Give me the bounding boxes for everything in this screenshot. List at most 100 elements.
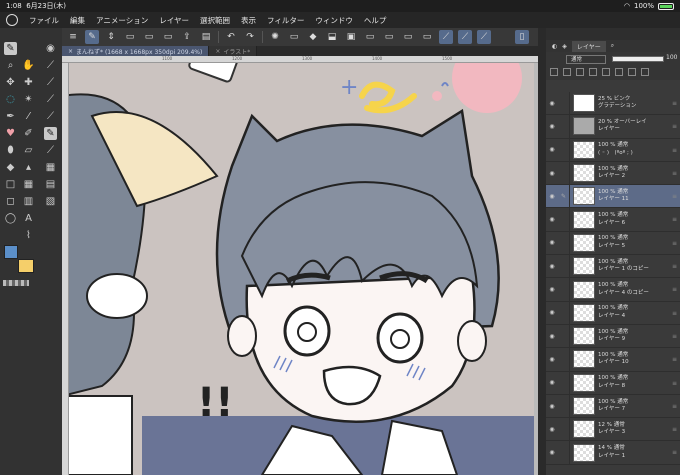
tab-document-illust[interactable]: × イラスト* <box>209 46 258 56</box>
fill-icon[interactable]: ◆ <box>4 161 17 174</box>
eye-icon[interactable]: ◉ <box>546 309 558 316</box>
invert-selection-icon[interactable]: ▭ <box>401 30 415 44</box>
transform-icon[interactable]: ✚ <box>22 76 35 89</box>
ref-layer-icon[interactable] <box>602 68 610 76</box>
menu-view[interactable]: 表示 <box>241 15 256 26</box>
new-vector-icon[interactable] <box>563 68 571 76</box>
layer-edit-icon[interactable] <box>558 418 570 441</box>
export-icon[interactable]: ⇪ <box>180 30 194 44</box>
fill-layer-icon[interactable]: ◆ <box>306 30 320 44</box>
menu-file[interactable]: ファイル <box>29 15 59 26</box>
lasso-icon[interactable]: ◌ <box>4 93 17 106</box>
eye-icon[interactable]: ◉ <box>546 449 558 456</box>
rectangle-icon[interactable]: □ <box>4 178 17 191</box>
layer-edit-icon[interactable] <box>558 161 570 185</box>
eye-icon[interactable]: ◉ <box>546 263 558 270</box>
sub-color-swatch[interactable] <box>18 259 34 273</box>
layer-edit-icon[interactable] <box>558 255 570 278</box>
print-icon[interactable]: ▤ <box>199 30 213 44</box>
gradient-icon[interactable]: ▦ <box>22 178 35 191</box>
layer-edit-icon[interactable] <box>558 301 570 324</box>
drag-handle-icon[interactable]: ≡ <box>672 356 677 363</box>
tablet-icon[interactable]: ▯ <box>515 30 529 44</box>
close-icon[interactable]: × <box>68 48 73 55</box>
eye-icon[interactable]: ◉ <box>546 403 558 410</box>
layer-edit-icon[interactable] <box>558 208 570 231</box>
drag-handle-icon[interactable]: ≡ <box>672 216 677 223</box>
layer-row[interactable]: ◉ 100 % 通常 レイヤー 7 ≡ <box>546 394 680 419</box>
sub-tool-active-icon[interactable]: ✎ <box>44 127 57 140</box>
move-icon[interactable]: ✥ <box>4 76 17 89</box>
stamp-icon[interactable]: ▴ <box>22 161 35 174</box>
layer-edit-icon[interactable] <box>558 92 570 115</box>
layer-edit-icon[interactable] <box>558 115 570 138</box>
main-color-swatch[interactable] <box>4 245 18 259</box>
layer-row[interactable]: ◉ 12 % 通常 レイヤー 3 ≡ <box>546 418 680 442</box>
layer-row[interactable]: ◉ 100 % 通常 レイヤー 4 のコピー ≡ <box>546 278 680 302</box>
eye-icon[interactable]: ◉ <box>546 239 558 246</box>
new-layer-icon[interactable] <box>550 68 558 76</box>
pen-icon[interactable]: ✒ <box>4 110 17 123</box>
figure-icon[interactable]: ◻ <box>4 195 17 208</box>
crop-icon[interactable]: ▣ <box>344 30 358 44</box>
layer-row[interactable]: ◉ 25 % ビンク グラデーション ≡ <box>546 92 680 116</box>
drag-handle-icon[interactable]: ≡ <box>672 310 677 317</box>
opacity-slider[interactable] <box>612 56 664 62</box>
deselect-icon[interactable]: ▭ <box>382 30 396 44</box>
layer-edit-icon[interactable] <box>558 394 570 418</box>
eye-icon[interactable]: ◉ <box>546 100 558 107</box>
pen-tool-icon[interactable]: ✎ <box>4 42 17 55</box>
grid-snap-icon[interactable]: ⟋ <box>477 30 491 44</box>
menu-animation[interactable]: アニメーション <box>96 15 148 26</box>
tab-document-main[interactable]: × まんねず* (1668 x 1668px 350dpi 209.4%) <box>62 46 210 56</box>
transparent-color-swatch[interactable] <box>3 280 29 286</box>
layer-row[interactable]: ◉ 100 % 通常 レイヤー 6 ≡ <box>546 208 680 232</box>
zoom-icon[interactable]: ⌕ <box>4 59 17 72</box>
layer-row[interactable]: ◉ 100 % 通常 レイヤー 8 ≡ <box>546 371 680 395</box>
eyedropper-icon[interactable]: ⁄ <box>22 110 35 123</box>
layer-row[interactable]: ◉ 100 % 通常( ◦ ) (ºoº ; ) ≡ <box>546 138 680 162</box>
drag-handle-icon[interactable]: ≡ <box>672 333 677 340</box>
undo-icon[interactable]: ↶ <box>224 30 238 44</box>
delete-layer-icon[interactable] <box>641 68 649 76</box>
eye-icon[interactable]: ◉ <box>546 426 558 433</box>
sub-tool-5-icon[interactable]: ⟋ <box>44 110 57 123</box>
text-icon[interactable]: A <box>22 212 35 225</box>
layer-row[interactable]: ◉ 14 % 通常 レイヤー 1 ≡ <box>546 441 680 465</box>
layer-edit-icon[interactable] <box>558 324 570 348</box>
layer-edit-icon[interactable] <box>558 371 570 394</box>
sub-tool-2-icon[interactable]: ⟋ <box>44 59 57 72</box>
eye-icon[interactable]: ◉ <box>546 216 558 223</box>
layer-edit-icon[interactable] <box>558 348 570 371</box>
lock-icon[interactable] <box>615 68 623 76</box>
opacity-value[interactable]: 100 <box>666 54 677 61</box>
correct-line-icon[interactable]: ⌇ <box>22 229 35 242</box>
tab-layer[interactable]: レイヤー <box>571 40 606 52</box>
eye-icon[interactable]: ◉ <box>546 170 558 177</box>
menu-help[interactable]: ヘルプ <box>364 15 387 26</box>
layer-row[interactable]: ◉ 100 % 通常 レイヤー 9 ≡ <box>546 324 680 349</box>
eye-icon[interactable]: ◉ <box>546 286 558 293</box>
save-icon[interactable]: ▭ <box>161 30 175 44</box>
new-folder-icon[interactable] <box>576 68 584 76</box>
eraser-icon[interactable]: ♥ <box>4 127 17 140</box>
brush-icon[interactable]: ✐ <box>22 127 35 140</box>
drag-handle-icon[interactable]: ≡ <box>672 100 677 107</box>
layer-edit-icon[interactable] <box>558 138 570 161</box>
layer-row[interactable]: ◉ 100 % 通常 レイヤー 2 ≡ <box>546 161 680 186</box>
drag-handle-icon[interactable]: ≡ <box>672 286 677 293</box>
search-icon[interactable]: ⌕ <box>611 42 614 50</box>
layer-stack-icon[interactable]: ◈ <box>562 43 567 50</box>
layer-row[interactable]: ◉ 100 % 通常 レイヤー 1 のコピー ≡ <box>546 255 680 279</box>
snap-icon[interactable]: ▭ <box>420 30 434 44</box>
special-ruler-snap-icon[interactable]: ⟋ <box>458 30 472 44</box>
eye-icon[interactable]: ◉ <box>546 356 558 363</box>
hand-icon[interactable]: ✋ <box>22 59 35 72</box>
drag-handle-icon[interactable]: ≡ <box>672 263 677 270</box>
select-all-icon[interactable]: ▭ <box>363 30 377 44</box>
sub-tool-3-icon[interactable]: ⟋ <box>44 76 57 89</box>
drag-handle-icon[interactable]: ≡ <box>672 426 677 433</box>
drawing-canvas[interactable]: + !! <box>62 56 538 475</box>
close-icon[interactable]: × <box>215 48 220 55</box>
clear-icon[interactable]: ▭ <box>287 30 301 44</box>
